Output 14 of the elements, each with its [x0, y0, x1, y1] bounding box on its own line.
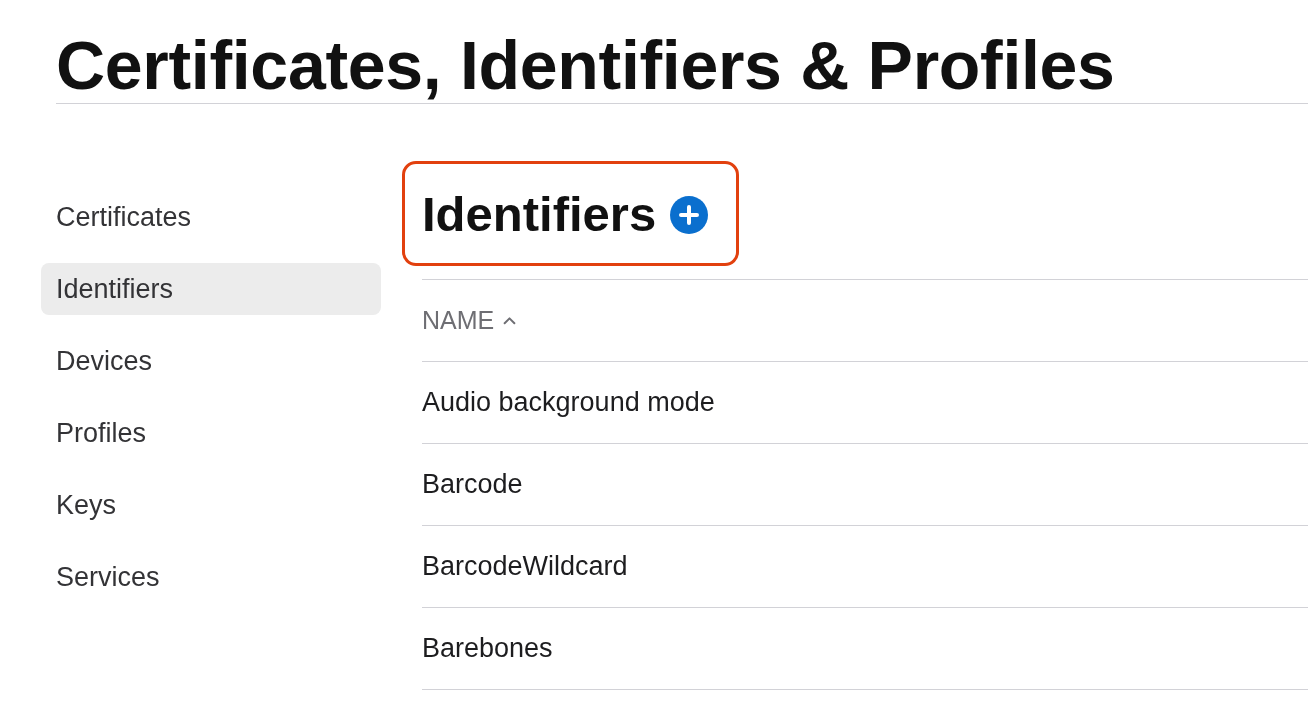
table-cell: Barcode	[422, 469, 523, 500]
table-cell: Audio background mode	[422, 387, 715, 418]
add-icon[interactable]	[670, 195, 709, 234]
column-header[interactable]: NAME	[422, 306, 517, 335]
sidebar-item[interactable]: Services	[41, 551, 381, 603]
page-title: Certificates, Identifiers & Profiles	[56, 26, 1115, 104]
sidebar-item[interactable]: Keys	[41, 479, 381, 531]
sidebar-item[interactable]: Devices	[41, 335, 381, 387]
section-title: Identifiers	[422, 185, 657, 243]
table-cell: Barebones	[422, 633, 553, 664]
sidebar-item[interactable]: Certificates	[41, 191, 381, 243]
sidebar-item[interactable]: Identifiers	[41, 263, 381, 315]
sidebar-item[interactable]: Profiles	[41, 407, 381, 459]
table-cell: BarcodeWildcard	[422, 551, 628, 582]
